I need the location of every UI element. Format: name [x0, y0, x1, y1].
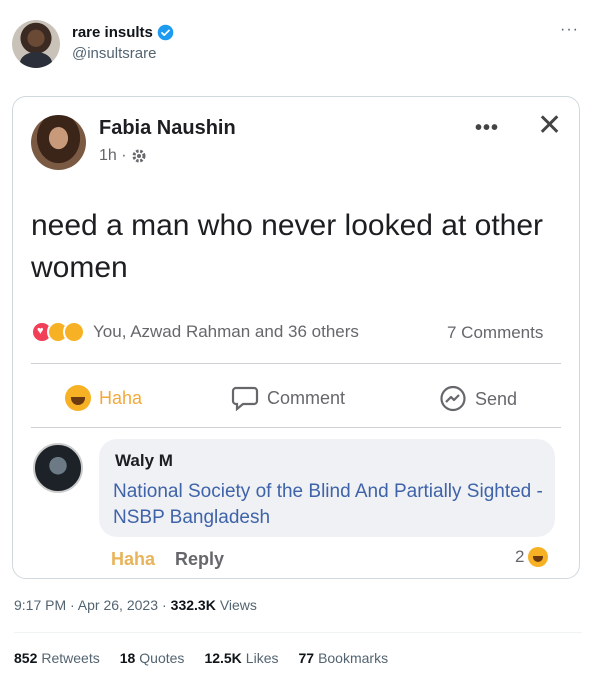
bookmarks-stat[interactable]: 77 Bookmarks	[298, 650, 388, 666]
fb-post-time: 1h ·	[99, 147, 147, 165]
bookmarks-count: 77	[298, 650, 315, 666]
fb-more-icon: •••	[475, 117, 500, 139]
haha-icon	[65, 385, 91, 411]
bookmarks-label: Bookmarks	[318, 650, 389, 666]
fb-reactions-text: You, Azwad Rahman and 36 others	[93, 322, 359, 341]
author-name-row[interactable]: rare insults	[72, 24, 174, 41]
haha-icon	[528, 547, 549, 567]
comment-actions: Haha Reply	[111, 549, 224, 570]
author-name[interactable]: rare insults	[72, 24, 153, 41]
fb-send-label: Send	[475, 388, 518, 409]
fb-close-icon: ✕	[537, 109, 563, 142]
comment-bubble: Waly M National Society of the Blind And…	[99, 439, 555, 537]
comment-text: National Society of the Blind And Partia…	[113, 481, 543, 528]
views-label: Views	[219, 597, 257, 613]
quotes-count: 18	[119, 650, 136, 666]
more-options-icon[interactable]: ···	[560, 22, 579, 38]
likes-stat[interactable]: 12.5K Likes	[204, 650, 278, 666]
meta-separator: ·	[161, 597, 167, 613]
fb-send-action: Send	[439, 385, 517, 413]
quotes-stat[interactable]: 18 Quotes	[120, 650, 185, 666]
tweet-timestamp[interactable]: 9:17 PM · Apr 26, 2023	[14, 597, 158, 613]
comment-reply-label: Reply	[175, 549, 225, 569]
fb-author-name: Fabia Naushin	[99, 117, 236, 139]
verified-badge-icon	[157, 24, 174, 41]
tweet-stats: 852 Retweets 18 Quotes 12.5K Likes 77 Bookma…	[14, 650, 388, 666]
fb-author-avatar	[31, 115, 86, 170]
embedded-image[interactable]: Fabia Naushin 1h · ••• ✕ need a man who …	[12, 96, 580, 579]
fb-post-text: need a man who never looked at other wom…	[31, 209, 544, 284]
fb-comments-count: 7 Comments	[447, 323, 544, 342]
fb-comment-label: Comment	[267, 387, 346, 408]
retweets-count: 852	[14, 650, 38, 666]
fb-comment-action: Comment	[231, 385, 345, 411]
quotes-label: Quotes	[139, 650, 185, 666]
retweets-stat[interactable]: 852 Retweets	[14, 650, 100, 666]
comment-reaction-count: 2	[515, 547, 549, 567]
comment-reaction-count-value: 2	[515, 547, 525, 566]
fb-haha-action: Haha	[65, 385, 142, 411]
care-reaction-icon	[63, 321, 85, 343]
divider	[31, 427, 561, 428]
likes-count: 12.5K	[204, 650, 242, 666]
comment-icon	[231, 386, 259, 411]
author-handle[interactable]: @insultsrare	[72, 45, 156, 62]
likes-label: Likes	[245, 650, 279, 666]
comment-haha-label: Haha	[111, 549, 156, 569]
commenter-avatar	[33, 443, 83, 493]
gear-icon	[132, 149, 146, 163]
divider	[14, 632, 582, 633]
divider	[31, 363, 561, 364]
fb-action-bar: Haha Comment Send	[13, 377, 579, 417]
messenger-icon	[440, 385, 466, 412]
views-count: 332.3K	[170, 597, 216, 613]
fb-post-time-text: 1h ·	[99, 147, 127, 164]
fb-reactions: You, Azwad Rahman and 36 others	[31, 321, 359, 343]
tweet-meta: 9:17 PM · Apr 26, 2023 · 332.3K Views	[14, 597, 257, 613]
commenter-name: Waly M	[115, 451, 173, 470]
retweets-label: Retweets	[41, 650, 100, 666]
fb-haha-label: Haha	[99, 387, 143, 408]
author-avatar[interactable]	[12, 20, 60, 68]
